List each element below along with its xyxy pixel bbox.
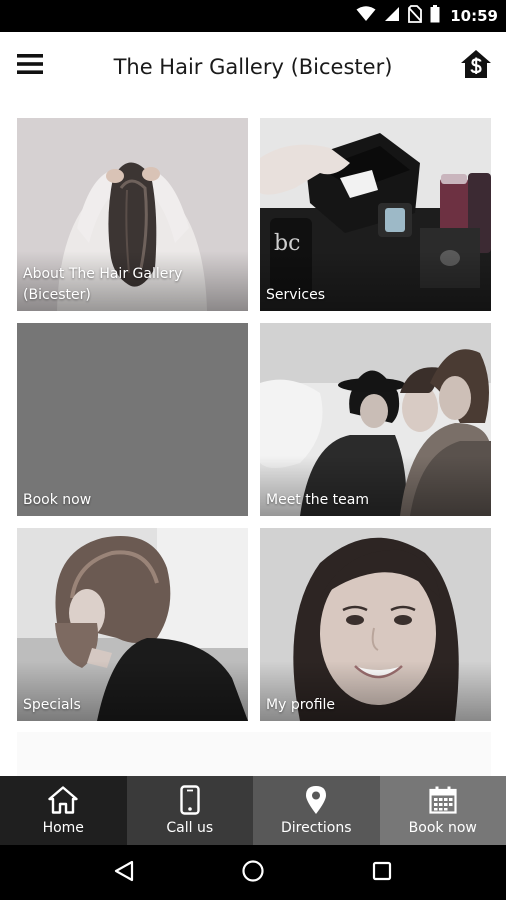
cell-signal-icon	[384, 6, 400, 26]
recents-icon	[372, 861, 392, 885]
battery-icon	[430, 5, 440, 27]
back-button[interactable]	[102, 851, 146, 895]
tab-home[interactable]: Home	[0, 776, 127, 845]
home-dollar-icon	[460, 49, 492, 83]
no-sim-icon	[408, 5, 423, 27]
tile-my-profile[interactable]: My profile	[260, 528, 491, 721]
home-icon	[48, 784, 78, 816]
status-bar: 10:59	[0, 0, 506, 32]
tab-label: Home	[42, 820, 84, 836]
android-nav-bar	[0, 845, 506, 900]
partial-tile-row	[17, 732, 491, 776]
tab-book-now[interactable]: Book now	[379, 776, 506, 845]
status-time: 10:59	[450, 7, 498, 25]
tab-directions[interactable]: Directions	[253, 776, 380, 845]
tile-label: Book now	[23, 492, 92, 508]
hamburger-menu-icon	[17, 53, 43, 79]
phone-icon	[180, 784, 200, 816]
bottom-tab-bar: Home Call us Directions Book now	[0, 776, 506, 845]
tile-specials[interactable]: Specials	[17, 528, 248, 721]
calendar-icon	[429, 784, 457, 816]
tab-label: Directions	[280, 820, 352, 836]
tile-label: About The Hair Gallery (Bicester)	[23, 266, 183, 303]
tile-book-now[interactable]: Book now	[17, 323, 248, 516]
tile-label: Services	[266, 287, 326, 303]
tab-label: Call us	[166, 820, 214, 836]
app-header: The Hair Gallery (Bicester)	[0, 32, 506, 102]
tile-label: My profile	[266, 697, 336, 713]
status-icons: 10:59	[356, 0, 498, 32]
menu-button[interactable]	[10, 46, 50, 86]
map-pin-icon	[305, 784, 327, 816]
wifi-icon	[356, 6, 376, 26]
home-circle-icon	[241, 859, 265, 887]
tile-services[interactable]: bc Services	[260, 118, 491, 311]
tile-label: Specials	[23, 697, 81, 713]
page-title: The Hair Gallery (Bicester)	[113, 55, 393, 79]
back-icon	[113, 860, 135, 886]
recents-button[interactable]	[360, 851, 404, 895]
switch-location-button[interactable]	[454, 44, 498, 88]
tile-about[interactable]: About The Hair Gallery (Bicester)	[17, 118, 248, 311]
tile-label: Meet the team	[266, 492, 369, 508]
tile-meet-the-team[interactable]: Meet the team	[260, 323, 491, 516]
home-nav-button[interactable]	[231, 851, 275, 895]
tab-label: Book now	[408, 820, 477, 836]
tab-call-us[interactable]: Call us	[126, 776, 253, 845]
